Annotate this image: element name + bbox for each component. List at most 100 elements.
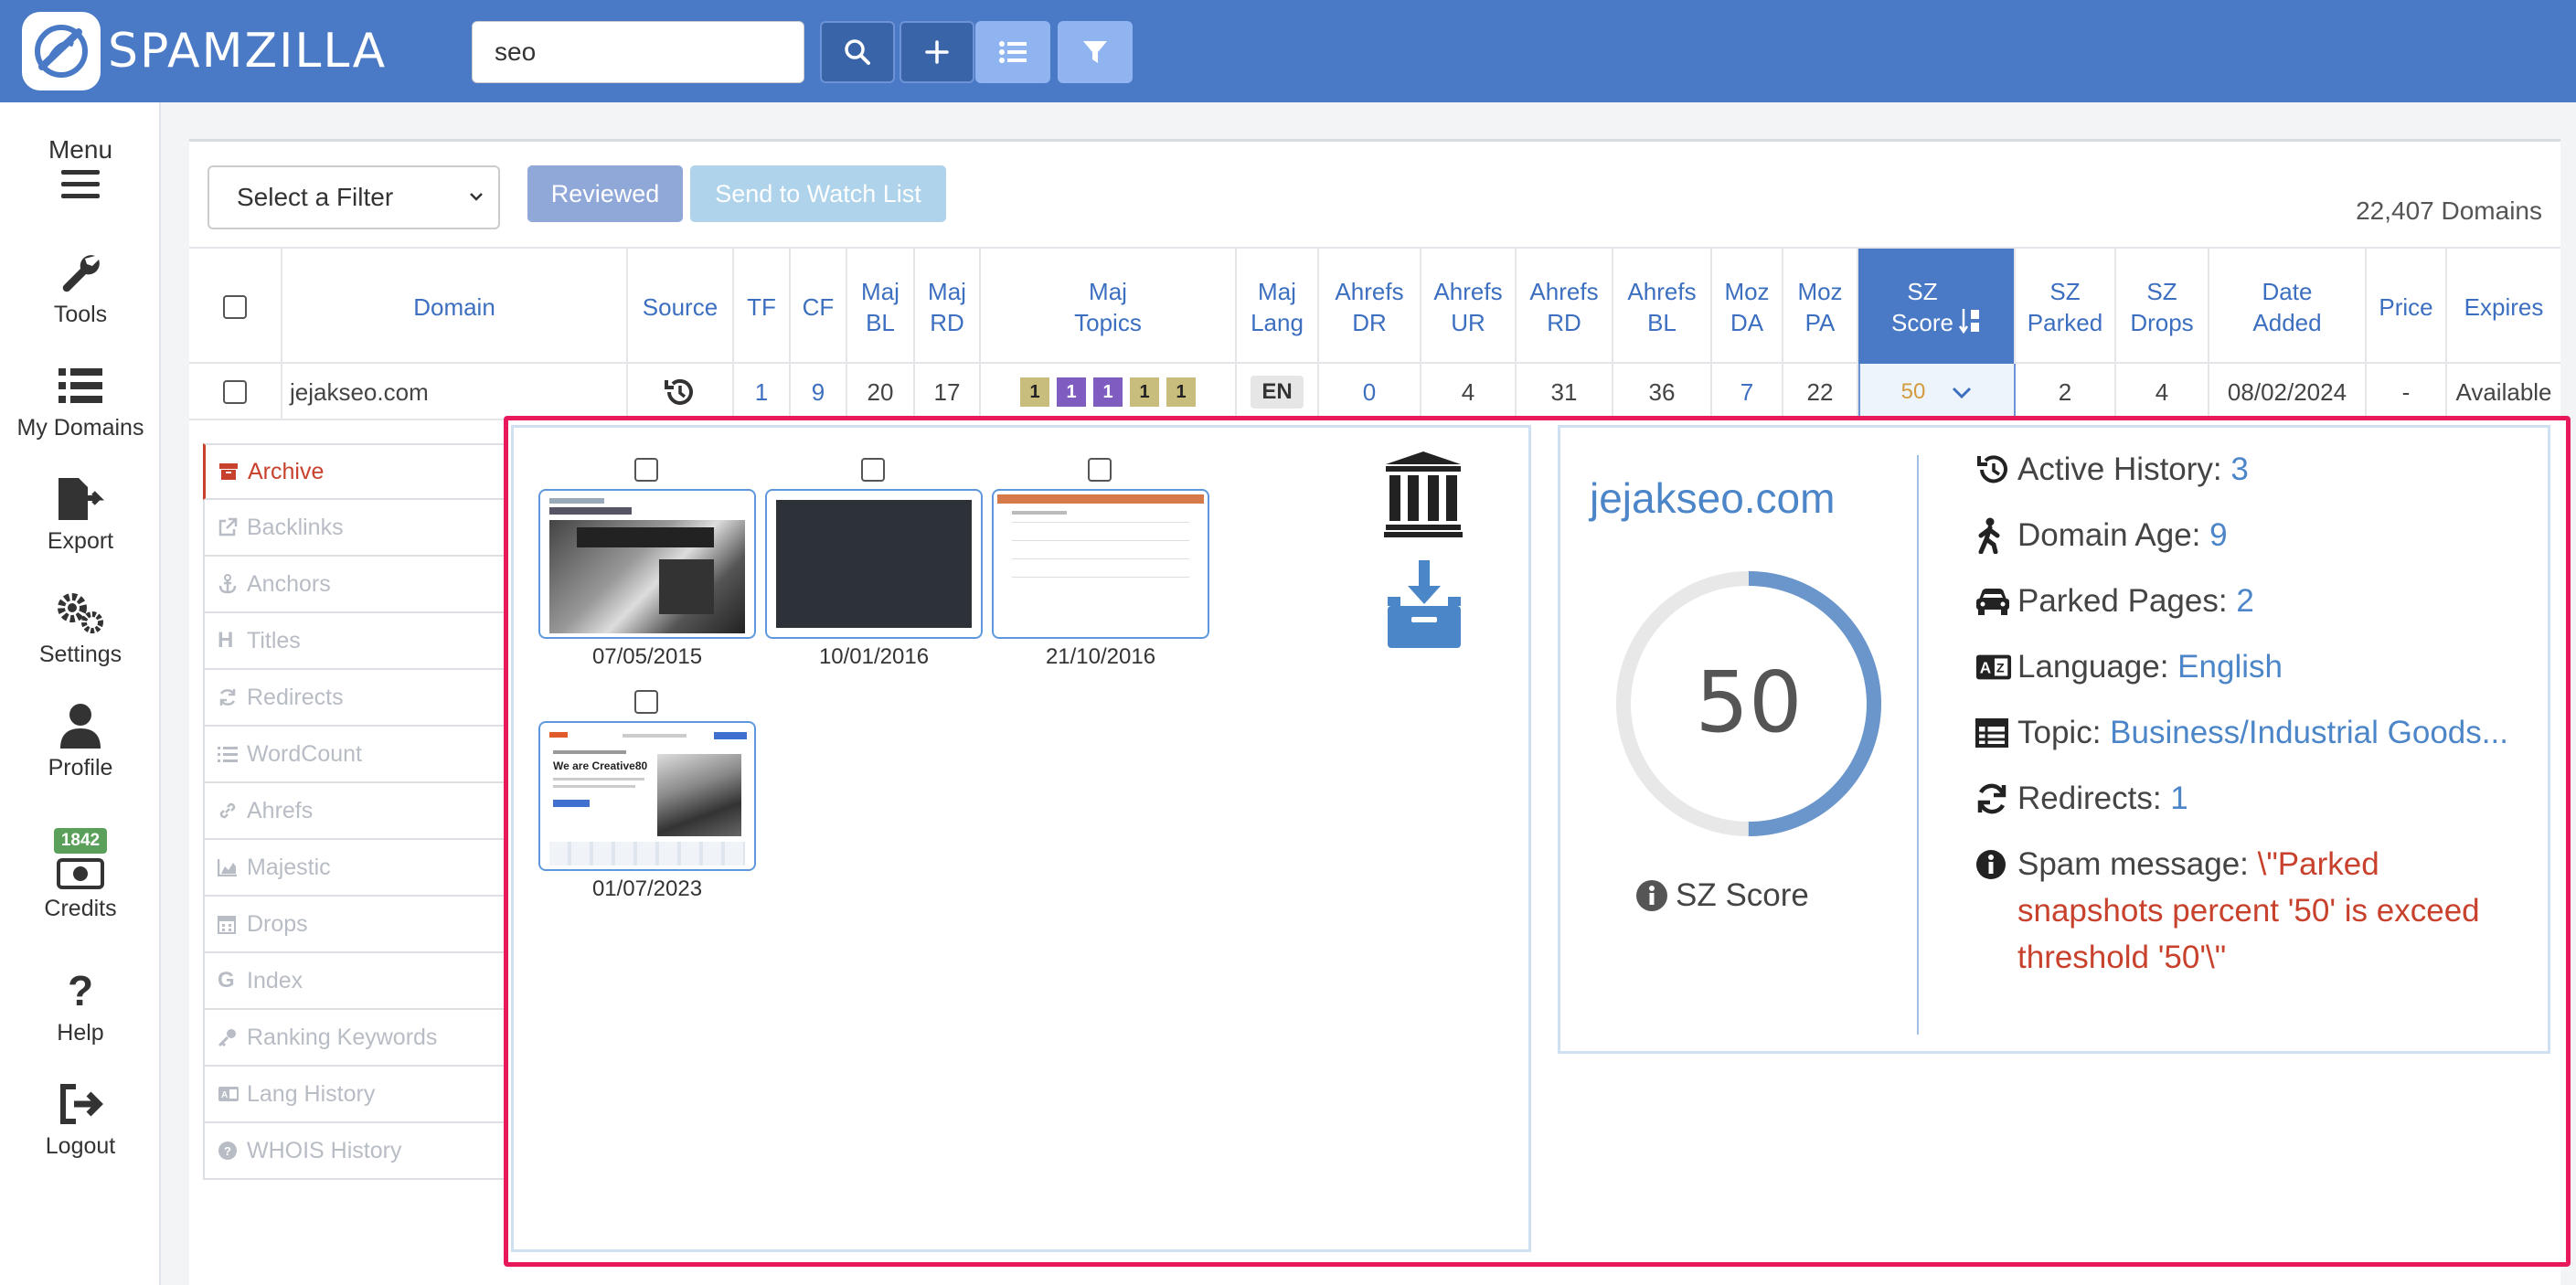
snapshot-thumbnail[interactable]	[538, 489, 756, 639]
send-to-watch-list-button[interactable]: Send to Watch List	[690, 165, 946, 222]
snapshot-checkbox[interactable]	[634, 458, 658, 482]
tab-label: Ahrefs	[247, 797, 314, 823]
info-domain-name[interactable]: jejakseo.com	[1590, 473, 1835, 523]
column-header[interactable]: Ahrefs DR	[1319, 249, 1421, 366]
archive-snapshot[interactable]: 21/10/2016	[992, 458, 1209, 696]
tab-lang-history[interactable]: A Lang History	[203, 1067, 510, 1123]
column-header[interactable]: TF	[734, 249, 791, 366]
table-row[interactable]: jejakseo.com 1 9 20 17 1 1 1 1 1 EN 0 4 …	[189, 364, 2560, 420]
filter-select[interactable]: Select a Filter	[208, 165, 500, 229]
info-label: Redirects:	[2017, 781, 2171, 816]
column-header[interactable]: Moz PA	[1783, 249, 1858, 366]
column-header[interactable]: Domain	[282, 249, 628, 366]
info-value[interactable]: 9	[2209, 517, 2227, 553]
cf-cell[interactable]: 9	[791, 364, 847, 420]
column-header[interactable]: Expires	[2447, 249, 2560, 366]
tab-redirects[interactable]: Redirects	[203, 670, 510, 727]
tab-label: Majestic	[247, 854, 331, 880]
column-header-sz-score[interactable]: SZ Score	[1858, 249, 2016, 366]
topic-badge[interactable]: 1	[1020, 377, 1049, 407]
column-header[interactable]: Ahrefs RD	[1517, 249, 1613, 366]
sidebar-item-profile[interactable]: Profile	[0, 702, 161, 781]
column-header[interactable]: Maj Lang	[1237, 249, 1319, 366]
filter-button[interactable]	[1058, 21, 1133, 83]
column-header[interactable]: CF	[791, 249, 847, 366]
info-value[interactable]: 3	[2230, 451, 2248, 487]
column-header[interactable]: Date Added	[2209, 249, 2367, 366]
list-view-button[interactable]	[975, 21, 1050, 83]
tab-wordcount[interactable]: WordCount	[203, 727, 510, 783]
snapshot-checkbox[interactable]	[861, 458, 885, 482]
sidebar-item-export[interactable]: Export	[0, 475, 161, 555]
logo[interactable]: SPAMZILLA	[22, 9, 387, 93]
column-header[interactable]: Source	[628, 249, 734, 366]
sz-score-cell[interactable]: 50	[1858, 364, 2016, 420]
column-header[interactable]: Maj Topics	[981, 249, 1237, 366]
reviewed-button[interactable]: Reviewed	[527, 165, 683, 222]
lang-badge: EN	[1251, 376, 1304, 409]
select-all-checkbox[interactable]	[223, 295, 247, 319]
column-header[interactable]: Ahrefs UR	[1421, 249, 1517, 366]
topic-badge[interactable]: 1	[1130, 377, 1159, 407]
sz-parked-cell: 2	[2016, 364, 2116, 420]
topic-badge[interactable]: 1	[1057, 377, 1086, 407]
tab-label: Ranking Keywords	[247, 1024, 438, 1050]
download-archive-icon[interactable]	[1386, 558, 1463, 654]
tab-titles[interactable]: H Titles	[203, 613, 510, 670]
source-cell[interactable]	[628, 364, 734, 420]
column-header[interactable]: SZ Drops	[2116, 249, 2209, 366]
tab-ranking-keywords[interactable]: Ranking Keywords	[203, 1010, 510, 1067]
tab-drops[interactable]: Drops	[203, 897, 510, 953]
column-header[interactable]: Maj RD	[915, 249, 981, 366]
info-value[interactable]: Business/Industrial Goods...	[2110, 715, 2508, 750]
archive-org-icon[interactable]	[1384, 450, 1463, 542]
tab-label: Backlinks	[247, 514, 344, 540]
info-value[interactable]: English	[2177, 649, 2283, 685]
topic-badge[interactable]: 1	[1093, 377, 1123, 407]
snapshot-thumbnail[interactable]	[765, 489, 983, 639]
sidebar-item-credits[interactable]: 1842 Credits	[0, 828, 161, 922]
tab-backlinks[interactable]: Backlinks	[203, 500, 510, 557]
column-header[interactable]: Moz DA	[1712, 249, 1783, 366]
sidebar-menu[interactable]: Menu	[0, 135, 161, 201]
archive-snapshot[interactable]: 10/01/2016	[765, 458, 983, 696]
sidebar-item-label: Settings	[38, 642, 122, 667]
column-header[interactable]: SZ Parked	[2016, 249, 2116, 366]
archive-snapshot[interactable]: We are Creative80 01/07/2023	[538, 690, 756, 928]
sz-score-label[interactable]: SZ Score	[1635, 877, 1809, 914]
snapshot-checkbox[interactable]	[634, 690, 658, 714]
sidebar-item-tools[interactable]: Tools	[0, 249, 161, 328]
sort-desc-icon	[1958, 309, 1979, 335]
sidebar-item-help[interactable]: ? Help	[0, 967, 161, 1046]
tf-cell[interactable]: 1	[734, 364, 791, 420]
column-header[interactable]: Ahrefs BL	[1613, 249, 1712, 366]
info-row-parked-pages: Parked Pages: 2	[1975, 578, 2533, 624]
info-label: Parked Pages:	[2017, 583, 2237, 619]
moz-da-cell[interactable]: 7	[1712, 364, 1783, 420]
search-input[interactable]	[472, 21, 804, 83]
snapshot-thumbnail[interactable]	[992, 489, 1209, 639]
archive-snapshot[interactable]: 07/05/2015	[538, 458, 756, 696]
topic-badge[interactable]: 1	[1166, 377, 1196, 407]
domain-cell[interactable]: jejakseo.com	[282, 364, 628, 420]
add-button[interactable]	[899, 21, 974, 83]
info-label: Domain Age:	[2017, 517, 2210, 553]
info-value[interactable]: 2	[2236, 583, 2253, 619]
search-button[interactable]	[820, 21, 895, 83]
info-value[interactable]: 1	[2170, 781, 2187, 816]
column-header[interactable]: Price	[2367, 249, 2447, 366]
tab-anchors[interactable]: Anchors	[203, 557, 510, 613]
tab-ahrefs[interactable]: Ahrefs	[203, 783, 510, 840]
sidebar-item-my-domains[interactable]: My Domains	[0, 362, 161, 441]
tab-index[interactable]: G Index	[203, 953, 510, 1010]
row-checkbox[interactable]	[223, 380, 247, 404]
tab-archive[interactable]: Archive	[203, 443, 510, 500]
snapshot-checkbox[interactable]	[1088, 458, 1112, 482]
sidebar-item-settings[interactable]: Settings	[0, 589, 161, 668]
snapshot-thumbnail[interactable]: We are Creative80	[538, 721, 756, 871]
ahrefs-dr-cell[interactable]: 0	[1319, 364, 1421, 420]
sidebar-item-logout[interactable]: Logout	[0, 1080, 161, 1160]
tab-majestic[interactable]: Majestic	[203, 840, 510, 897]
tab-whois-history[interactable]: ? WHOIS History	[203, 1123, 510, 1180]
column-header[interactable]: Maj BL	[847, 249, 915, 366]
